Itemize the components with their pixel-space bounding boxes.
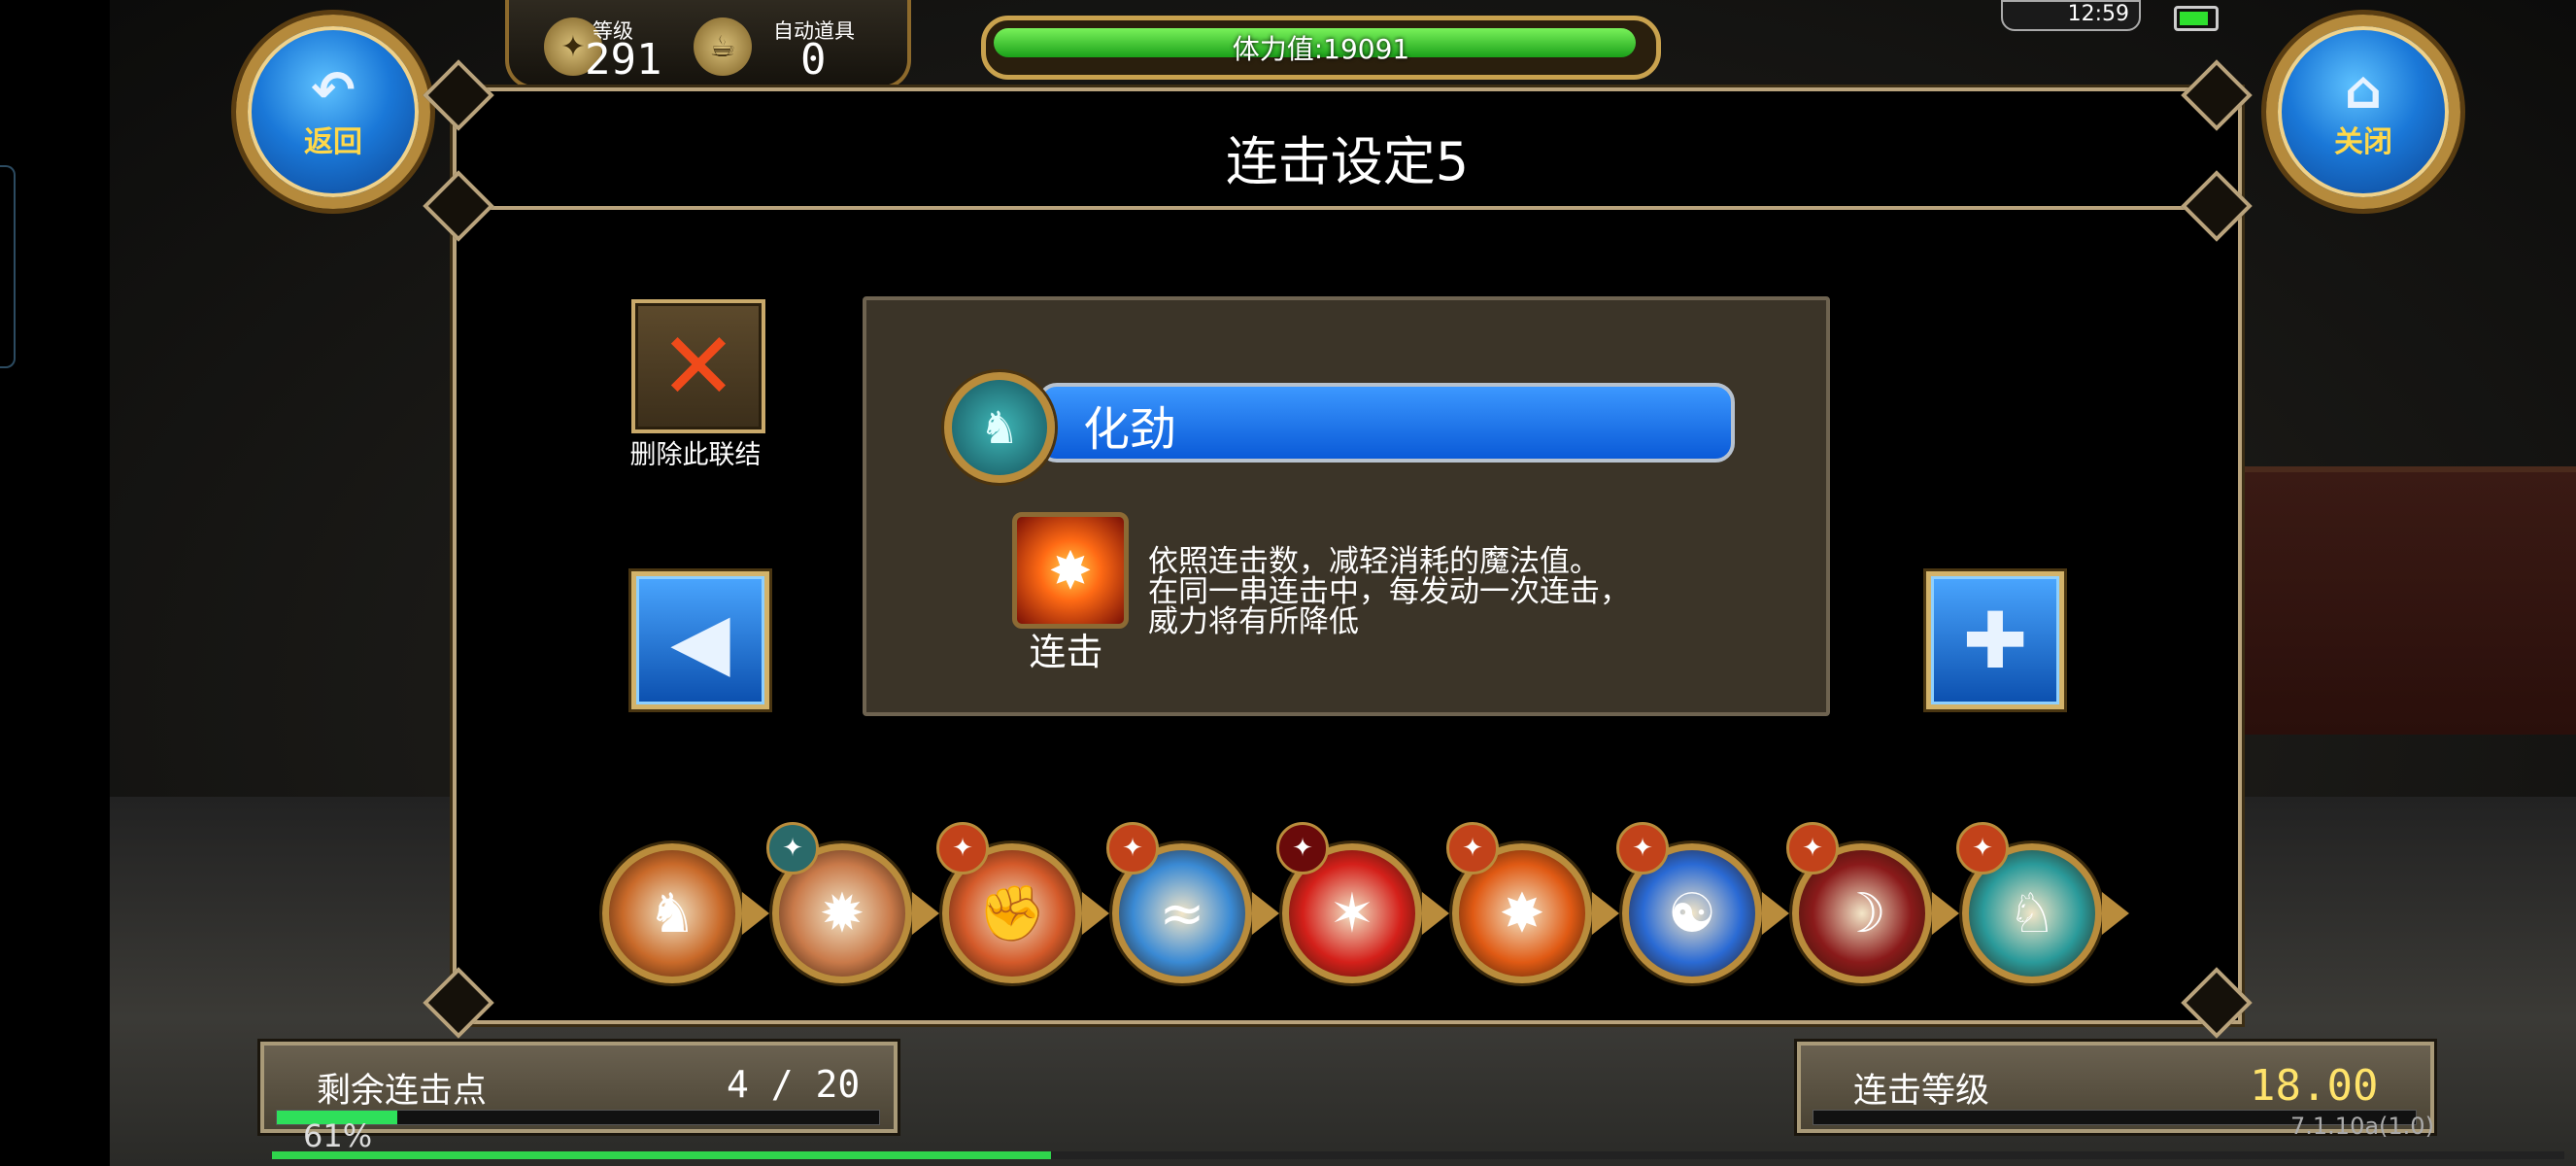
stamina-bar: 体力值:19091 <box>981 16 1661 80</box>
add-button[interactable]: ✚ <box>1926 571 2064 709</box>
chain-arrow <box>1932 892 1959 935</box>
stamina-text: 体力值:19091 <box>1232 33 1410 65</box>
close-label: 关闭 <box>2334 125 2392 159</box>
panel-title: 连击设定5 <box>1225 131 1470 192</box>
auto-item-value: 0 <box>800 35 827 85</box>
player-status-panel: ✦ 等级 291 ☕ 自动道具 0 <box>505 0 911 89</box>
skill-type-badge: ✦ <box>1786 822 1839 874</box>
skill-type-badge: ✦ <box>1446 822 1499 874</box>
chain-arrow <box>2102 892 2129 935</box>
experience-text: 61% <box>303 1117 373 1154</box>
battery-level <box>2180 12 2208 25</box>
close-x-icon: ✕ <box>659 312 738 421</box>
teacup-icon[interactable]: ☕ <box>694 17 752 76</box>
chain-arrow <box>1422 892 1449 935</box>
chain-arrow <box>912 892 939 935</box>
plus-icon: ✚ <box>1962 595 2028 686</box>
close-button[interactable]: ⌂ 关闭 <box>2266 15 2460 209</box>
edge-handle[interactable] <box>0 165 16 368</box>
battery-icon <box>2174 6 2219 31</box>
back-arrow-icon: ↶ <box>311 59 356 120</box>
panel-title-bar: 连击设定5 <box>457 91 2238 210</box>
skill-type-badge: ✦ <box>936 822 989 874</box>
warrior-figure-icon[interactable]: ♞ <box>602 843 742 983</box>
back-button[interactable]: ↶ 返回 <box>236 15 430 209</box>
remaining-points-label: 剩余连击点 <box>317 1072 488 1111</box>
version-text: 7.1.10a(1.0) <box>2290 1113 2434 1140</box>
skill-type-badge: ✦ <box>766 822 819 874</box>
clock: 12:59 <box>2001 0 2141 31</box>
chain-arrow <box>1252 892 1279 935</box>
experience-bar <box>272 1151 2564 1159</box>
chain-arrow <box>1592 892 1619 935</box>
skill-name: 化劲 <box>1083 402 1177 457</box>
skill-type-badge: ✦ <box>1616 822 1669 874</box>
delete-link-button[interactable]: ✕ <box>631 299 765 433</box>
skill-type-badge: ✦ <box>1276 822 1329 874</box>
home-icon: ⌂ <box>2344 59 2383 120</box>
skill-type-badge: ✦ <box>1106 822 1159 874</box>
chain-arrow <box>1762 892 1789 935</box>
skill-type-badge: ✦ <box>1956 822 2009 874</box>
combo-rank-value: 18.00 <box>2250 1061 2379 1111</box>
combo-burst-icon: ✸ <box>1012 512 1129 629</box>
chain-arrow <box>1082 892 1109 935</box>
back-label: 返回 <box>304 125 362 159</box>
combo-rank-label: 连击等级 <box>1853 1072 1990 1111</box>
skill-description-line: 威力将有所降低 <box>1148 604 1359 639</box>
delete-link-label: 删除此联结 <box>629 440 762 470</box>
chain-arrow <box>742 892 769 935</box>
wind-figure-icon: ♞ <box>944 372 1055 483</box>
combo-label: 连击 <box>1029 631 1103 673</box>
left-triangle-icon: ◀ <box>670 595 730 686</box>
previous-button[interactable]: ◀ <box>631 571 769 709</box>
level-value: 291 <box>585 35 662 85</box>
experience-fill <box>272 1151 1052 1159</box>
remaining-points-value: 4 / 20 <box>727 1063 861 1106</box>
background-wall <box>2244 466 2576 735</box>
